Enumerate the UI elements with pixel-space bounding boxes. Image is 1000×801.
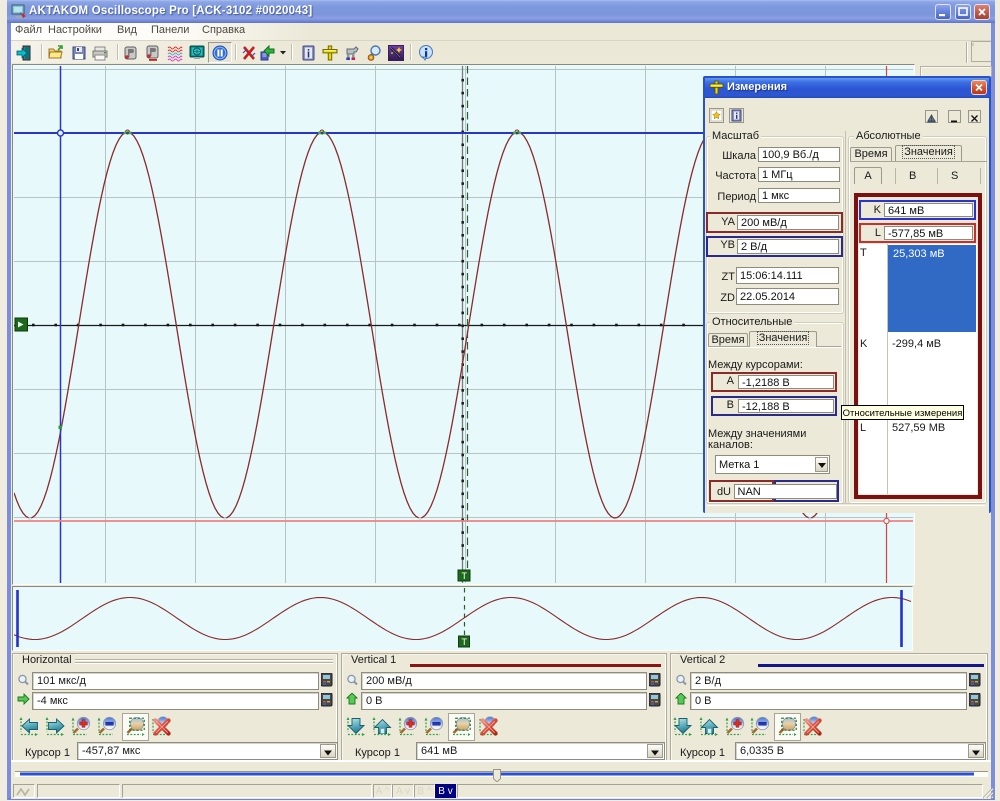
svg-text:T: T (462, 571, 468, 581)
svg-text:T: T (462, 637, 468, 647)
